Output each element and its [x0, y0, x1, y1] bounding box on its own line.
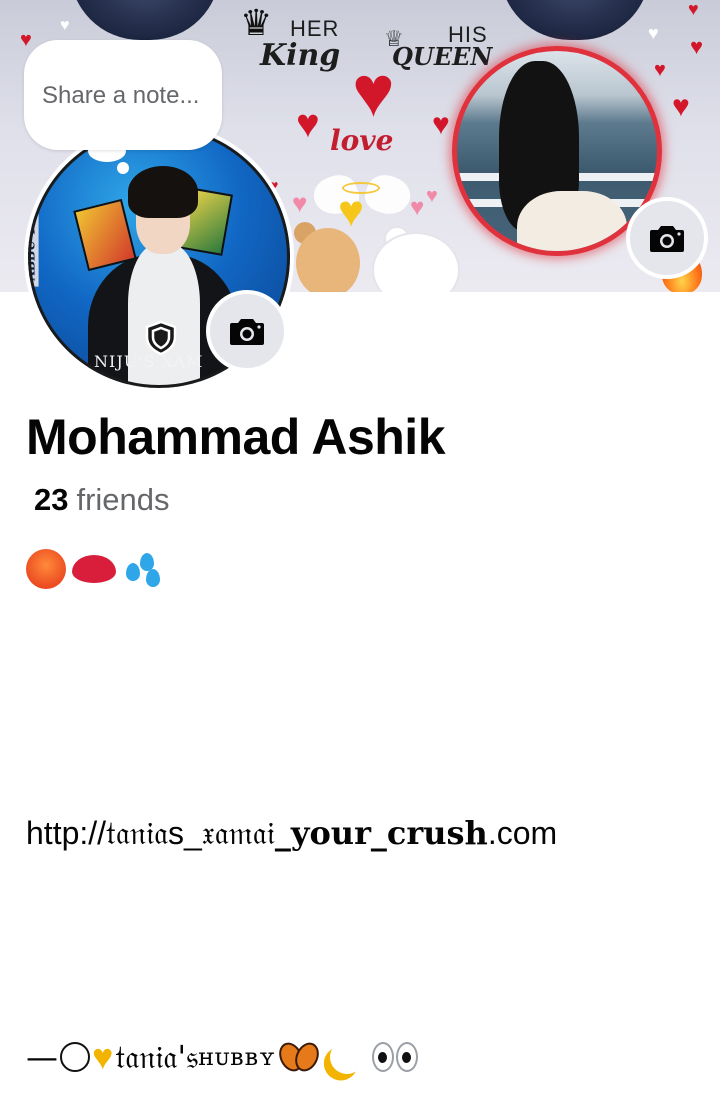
- white-heart-icon: ♥: [648, 23, 659, 43]
- signature-styled-text: 𝔱𝔞𝔫𝔦𝔞'𝔰: [115, 1037, 199, 1076]
- bio-emojis: [26, 544, 164, 589]
- yellow-heart-icon: ♥: [338, 187, 365, 236]
- big-red-heart-icon: ♥: [352, 52, 395, 132]
- kiss-mark-emoji: [72, 554, 116, 583]
- website-suffix: .com: [487, 815, 558, 851]
- pink-heart-icon: ♥: [426, 185, 438, 207]
- share-note-bubble[interactable]: Share a note...: [24, 40, 222, 150]
- website-styled-part-2: 𝔵𝔞𝔪𝔞𝔦: [201, 814, 275, 852]
- website-mid: s_: [168, 815, 202, 851]
- friends-count: 23: [34, 482, 69, 517]
- note-bubble-dot: [117, 162, 129, 174]
- website-bold-part: _your_crush: [274, 814, 488, 852]
- camera-icon: [650, 226, 684, 252]
- red-heart-icon: ♥: [672, 90, 690, 123]
- cover-king-label: King: [260, 38, 341, 73]
- girl-dress: [517, 191, 627, 251]
- red-heart-icon: ♥: [688, 0, 699, 19]
- friends-count-link[interactable]: 23 friends: [34, 482, 170, 518]
- website-styled-part: 𝔱𝔞𝔫𝔦𝔞: [106, 814, 168, 852]
- eye: [371, 1042, 394, 1072]
- red-heart-icon: ♥: [20, 29, 32, 51]
- profile-guard-shield-icon: [145, 320, 177, 356]
- droplet: [146, 568, 160, 587]
- eyes-icon: [371, 1042, 418, 1072]
- hot-face-emoji: [26, 548, 66, 589]
- red-heart-icon: ♥: [432, 108, 450, 141]
- edit-profile-picture-button[interactable]: [206, 290, 288, 372]
- cover-love-label: love: [330, 124, 394, 157]
- cover-crown-band-right: [500, 0, 650, 40]
- sweat-droplets-emoji: [122, 549, 164, 589]
- website-prefix: http://: [26, 815, 107, 851]
- tan-bear-illustration: [296, 228, 360, 292]
- signature-smallcaps-text: ʜᴜʙʙʏ: [198, 1043, 276, 1071]
- red-heart-icon: ♥: [654, 59, 666, 81]
- share-note-placeholder: Share a note...: [42, 82, 200, 109]
- cover-crown-band-left: [70, 0, 220, 40]
- eye: [395, 1042, 418, 1072]
- profile-name: Mohammad Ashik: [26, 409, 446, 465]
- butterfly-icon: [274, 1038, 324, 1076]
- bio-website-link[interactable]: http://𝔱𝔞𝔫𝔦𝔞s_𝔵𝔞𝔪𝔞𝔦_your_crush.com: [26, 814, 557, 853]
- cover-queen-label: QUEEN: [392, 42, 493, 71]
- yellow-heart-icon: ♥: [92, 1036, 114, 1077]
- droplet: [126, 562, 140, 581]
- dash-glyph: —: [26, 1038, 58, 1076]
- circle-icon: [60, 1042, 90, 1072]
- crescent-moon-icon: [325, 1035, 369, 1079]
- droplet: [140, 552, 154, 571]
- white-heart-icon: ♥: [60, 17, 70, 34]
- pink-heart-icon: ♥: [410, 194, 425, 221]
- pink-heart-icon: ♥: [292, 188, 308, 218]
- red-heart-icon: ♥: [690, 34, 704, 59]
- angel-wing-right: [360, 169, 416, 221]
- edit-cover-photo-button[interactable]: [626, 197, 708, 279]
- bio-signature-line: — ♥ 𝔱𝔞𝔫𝔦𝔞'𝔰 ʜᴜʙʙʏ: [26, 1036, 418, 1078]
- friends-label: friends: [76, 482, 170, 517]
- camera-icon: [230, 319, 264, 345]
- red-heart-icon: ♥: [296, 102, 320, 146]
